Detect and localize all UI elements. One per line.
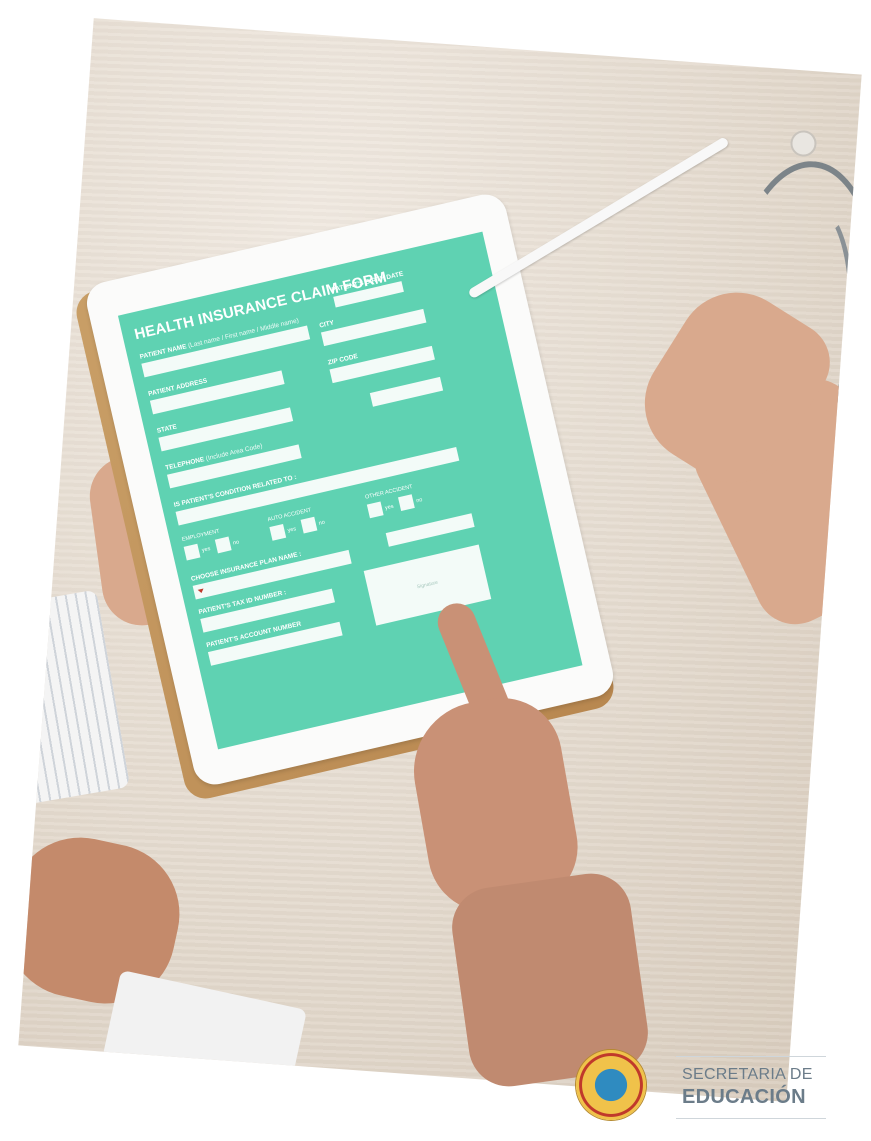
auto-accident-no-checkbox[interactable] [300,516,318,534]
tablet-screen: HEALTH INSURANCE CLAIM FORM PATIENT'S BI… [117,231,583,750]
employment-no-checkbox[interactable] [214,536,232,554]
other-accident-yes-label: yes [384,503,395,512]
brand-line-2: EDUCACIÓN [682,1086,806,1108]
other-accident-no-checkbox[interactable] [398,494,415,512]
auto-accident-no-label: no [318,519,326,527]
white-cuff [102,969,308,1099]
left-sleeve [18,589,131,806]
brand-line-1: SECRETARIA DE [682,1066,813,1083]
auto-accident-yes-label: yes [287,526,297,534]
city-label: CITY [318,319,335,330]
employment-yes-checkbox[interactable] [183,543,201,561]
other-accident-yes-checkbox[interactable] [366,501,384,519]
cartagena-seal-logo [576,1050,646,1120]
logo-divider-top [676,1056,826,1057]
auto-accident-yes-checkbox[interactable] [269,523,287,541]
employment-yes-label: yes [201,546,212,554]
stethoscope-earpiece [789,129,818,158]
city-field[interactable] [320,308,427,347]
zip-code-field[interactable] [329,345,435,384]
extra-field[interactable] [369,376,444,407]
employment-no-label: no [232,539,240,547]
insurance-extra-field[interactable] [385,513,475,547]
state-field[interactable] [158,407,294,452]
logo-divider-bottom [676,1118,826,1119]
other-accident-no-label: no [415,497,424,505]
